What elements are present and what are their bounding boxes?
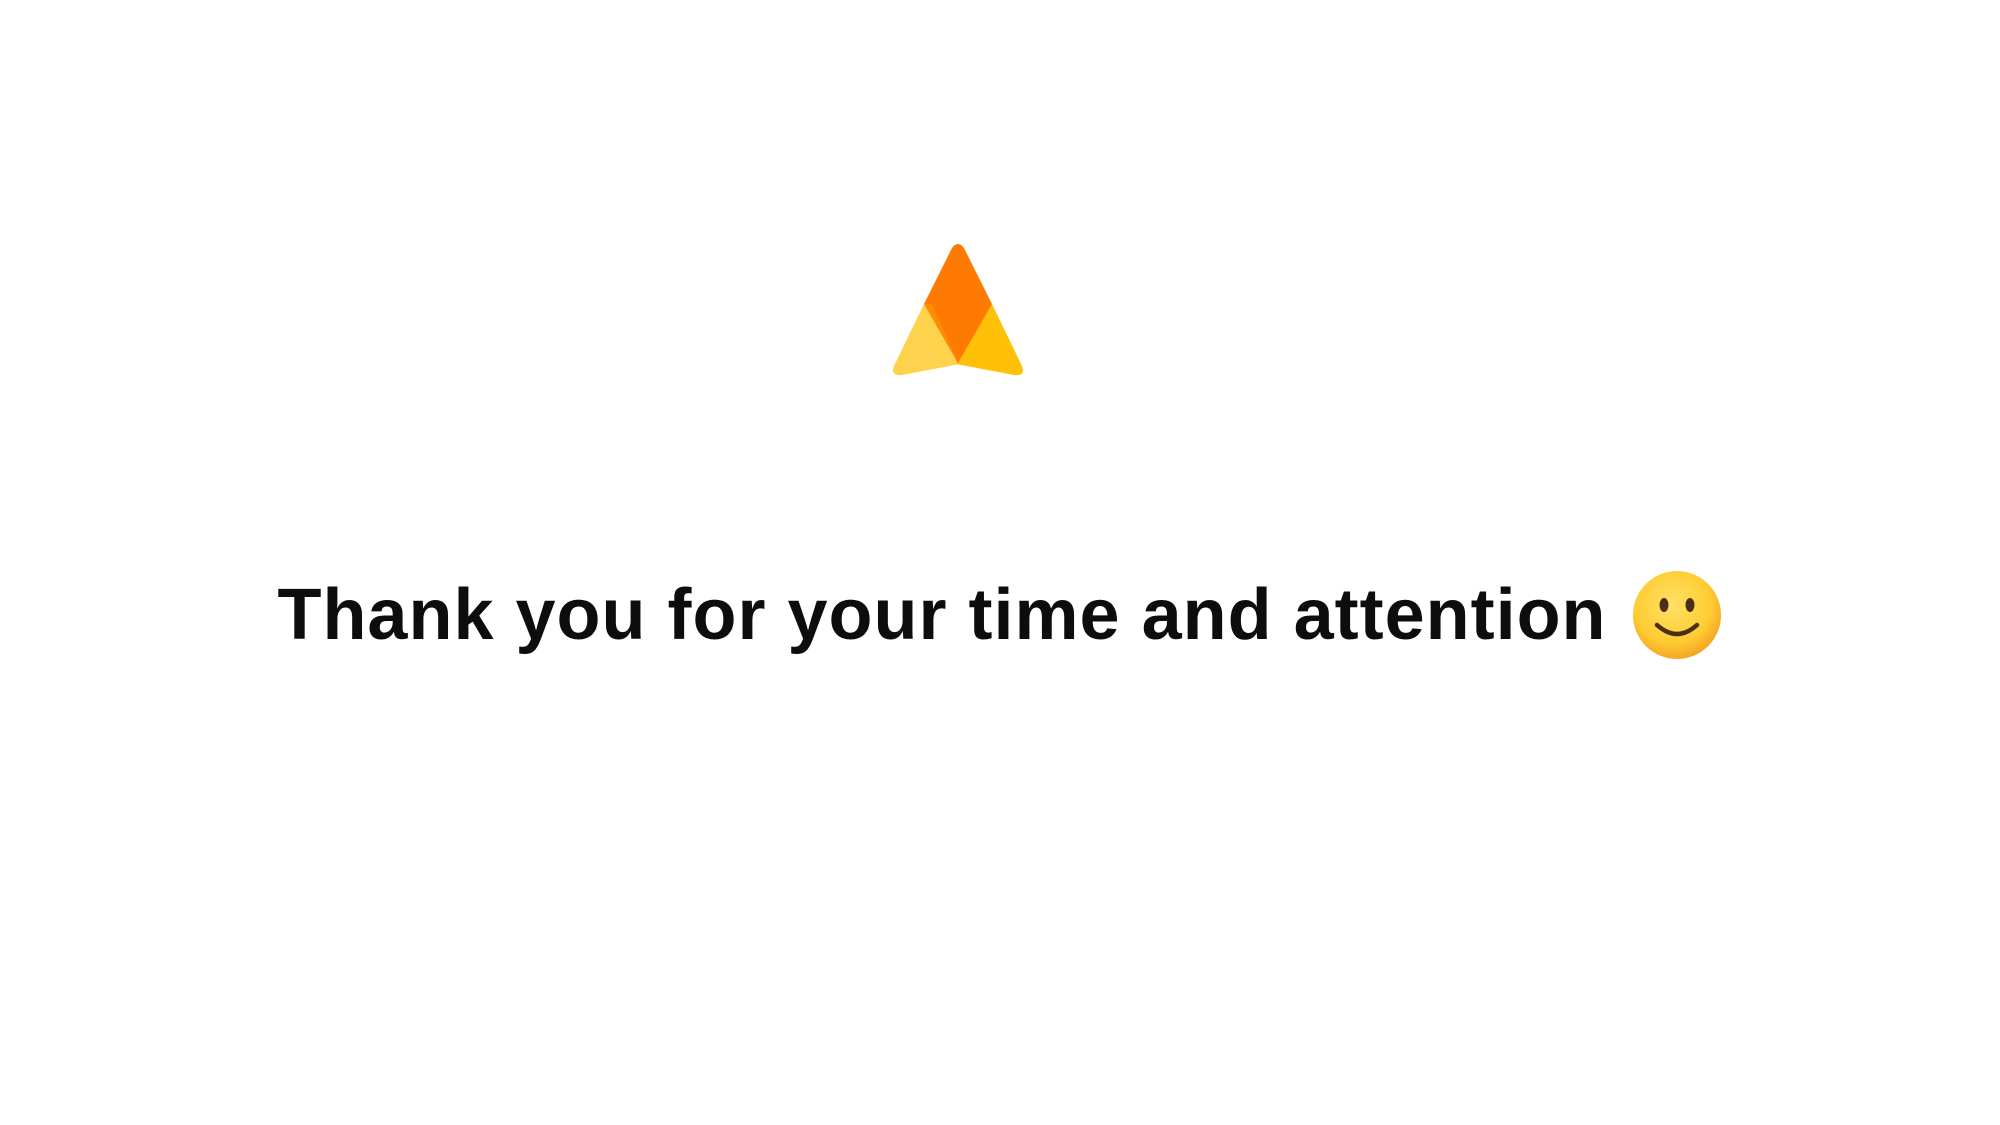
slightly-smiling-face-icon bbox=[1631, 569, 1723, 661]
slide: Thank you for your time and attention bbox=[0, 0, 2000, 1125]
thank-you-message: Thank you for your time and attention bbox=[0, 560, 2000, 670]
thank-you-text: Thank you for your time and attention bbox=[277, 575, 1607, 655]
triangle-logo-icon bbox=[892, 242, 1024, 378]
